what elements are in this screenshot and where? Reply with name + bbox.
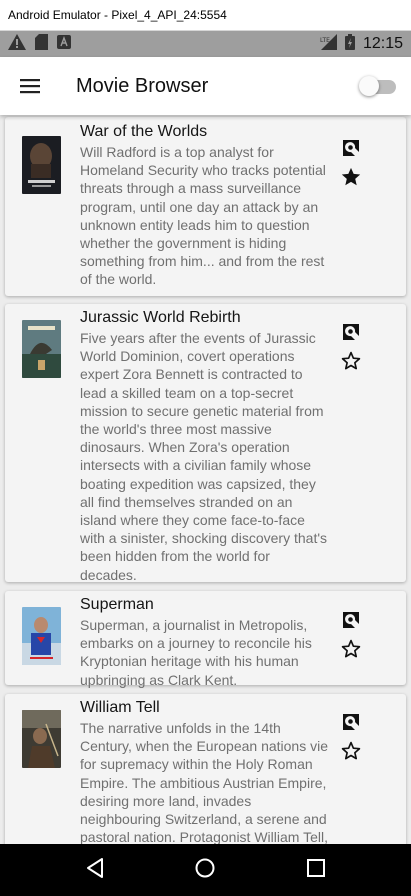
warning-icon <box>8 33 26 55</box>
movie-title: Superman <box>80 596 154 613</box>
movie-title: William Tell <box>80 699 160 716</box>
back-triangle-icon <box>86 857 103 878</box>
movie-card[interactable]: Jurassic World Rebirth Five years after … <box>5 304 406 582</box>
movie-description: Superman, a journalist in Metropolis, em… <box>80 617 312 688</box>
superman-poster-image <box>22 607 61 665</box>
theme-toggle-switch[interactable] <box>359 75 397 97</box>
star-outline-icon <box>341 351 361 370</box>
favorite-button[interactable] <box>339 349 363 373</box>
movie-card[interactable]: Superman Superman, a journalist in Metro… <box>5 591 406 688</box>
movie-description: The narrative unfolds in the 14th Centur… <box>80 720 329 844</box>
movie-actions <box>339 136 363 189</box>
app-notification-icon <box>57 34 71 54</box>
menu-button[interactable] <box>0 57 60 115</box>
navigation-bar <box>0 844 411 896</box>
favorite-button[interactable] <box>339 165 363 189</box>
movie-description: Will Radford is a top analyst for Homela… <box>80 144 326 288</box>
recents-square-icon <box>307 858 326 877</box>
toggle-thumb <box>359 76 379 96</box>
movie-description: Five years after the events of Jurassic … <box>80 330 328 581</box>
jurassic-world-rebirth-poster-image <box>22 320 61 378</box>
image-search-icon <box>343 612 359 628</box>
movie-list[interactable]: War of the Worlds Will Radford is a top … <box>0 115 411 844</box>
favorite-button[interactable] <box>339 739 363 763</box>
search-details-button[interactable] <box>339 710 363 734</box>
svg-text:LTE: LTE <box>320 37 330 44</box>
hamburger-menu-icon <box>20 79 40 94</box>
movie-card[interactable]: William Tell The narrative unfolds in th… <box>5 694 406 844</box>
movie-actions <box>339 320 363 373</box>
star-outline-icon <box>341 741 361 760</box>
search-details-button[interactable] <box>339 320 363 344</box>
movie-title: War of the Worlds <box>80 123 208 140</box>
status-bar: LTE 12:15 <box>0 31 411 57</box>
battery-icon <box>344 33 355 55</box>
emulator-window-title: Android Emulator - Pixel_4_API_24:5554 <box>0 0 411 31</box>
status-time: 12:15 <box>362 35 403 52</box>
home-circle-icon <box>195 858 215 877</box>
lte-signal-icon: LTE <box>319 33 337 55</box>
image-search-icon <box>343 140 359 156</box>
back-button[interactable] <box>85 857 105 884</box>
sd-card-icon <box>35 33 48 55</box>
search-details-button[interactable] <box>339 608 363 632</box>
movie-actions <box>339 710 363 763</box>
image-search-icon <box>343 714 359 730</box>
star-outline-icon <box>341 639 361 658</box>
movie-title: Jurassic World Rebirth <box>80 309 241 326</box>
movie-actions <box>339 608 363 661</box>
william-tell-poster-image <box>22 710 61 768</box>
home-button[interactable] <box>194 857 216 884</box>
recents-button[interactable] <box>306 858 326 883</box>
war-of-the-worlds-poster-image <box>22 136 61 194</box>
search-details-button[interactable] <box>339 136 363 160</box>
image-search-icon <box>343 324 359 340</box>
app-bar: Movie Browser <box>0 57 411 115</box>
star-filled-icon <box>341 167 361 186</box>
app-title: Movie Browser <box>76 74 209 97</box>
favorite-button[interactable] <box>339 637 363 661</box>
movie-card[interactable]: War of the Worlds Will Radford is a top … <box>5 117 406 296</box>
